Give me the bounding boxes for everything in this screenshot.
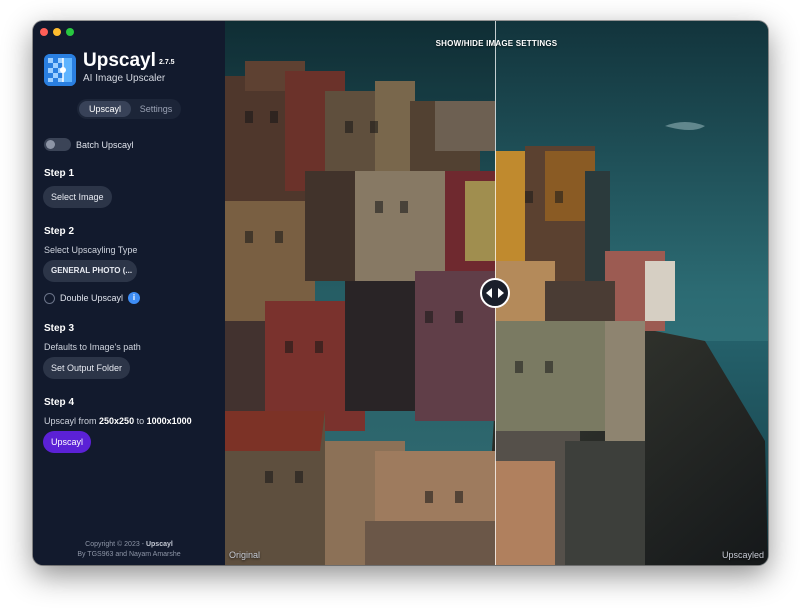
tab-bar: Upscayl Settings <box>77 99 181 119</box>
upscayl-model-select[interactable]: GENERAL PHOTO (... <box>43 260 137 282</box>
step3-title: Step 3 <box>44 323 75 334</box>
toggle-knob <box>46 140 55 149</box>
tab-settings[interactable]: Settings <box>133 101 179 117</box>
maximize-window-button[interactable] <box>66 28 74 36</box>
copyright-text: Copyright © 2023 - <box>85 541 145 548</box>
sidebar: Upscayl 2.7.5 AI Image Upscaler Upscayl … <box>33 21 225 565</box>
copyright-app-link[interactable]: Upscayl <box>146 541 173 548</box>
upscale-size-text: Upscayl from 250x250 to 1000x1000 <box>44 416 192 426</box>
app-subtitle: AI Image Upscaler <box>83 73 166 84</box>
app-version: 2.7.5 <box>159 59 175 66</box>
step2-subtitle: Select Upscayling Type <box>44 245 138 255</box>
footer-copyright: Copyright © 2023 - Upscayl <box>33 540 225 550</box>
app-window: Upscayl 2.7.5 AI Image Upscaler Upscayl … <box>33 21 768 565</box>
batch-upscayl-row: Batch Upscayl <box>44 138 134 151</box>
close-window-button[interactable] <box>40 28 48 36</box>
tab-upscayl[interactable]: Upscayl <box>79 101 131 117</box>
toggle-image-settings-button[interactable]: SHOW/HIDE IMAGE SETTINGS <box>225 39 768 48</box>
window-controls <box>40 28 74 36</box>
original-label: Original <box>229 550 261 560</box>
footer: Copyright © 2023 - Upscayl By TGS963 and… <box>33 540 225 560</box>
step3-subtitle: Defaults to Image's path <box>44 342 141 352</box>
app-title: Upscayl <box>83 50 156 71</box>
image-compare-viewer[interactable]: SHOW/HIDE IMAGE SETTINGS Original Upscay… <box>225 21 768 565</box>
step4-title: Step 4 <box>44 397 75 408</box>
upscayl-button[interactable]: Upscayl <box>43 431 92 453</box>
minimize-window-button[interactable] <box>53 28 61 36</box>
double-upscayl-checkbox[interactable] <box>44 292 55 304</box>
double-upscayl-label: Double Upscayl <box>60 293 124 303</box>
set-output-folder-button[interactable]: Set Output Folder <box>43 357 131 379</box>
info-icon[interactable]: i <box>128 292 141 304</box>
upscale-to-word: to <box>136 416 145 426</box>
step2-title: Step 2 <box>44 226 75 237</box>
from-size: 250x250 <box>99 416 135 426</box>
upscayled-label: Upscayled <box>721 550 764 560</box>
compare-slider-handle[interactable] <box>480 278 510 308</box>
batch-upscayl-toggle[interactable] <box>44 138 71 151</box>
select-image-button[interactable]: Select Image <box>43 186 112 208</box>
batch-upscayl-label: Batch Upscayl <box>76 139 134 150</box>
step1-title: Step 1 <box>44 168 75 179</box>
arrows-left-right-icon <box>486 288 504 298</box>
footer-authors: By TGS963 and Nayam Amarshe <box>77 551 181 558</box>
to-size: 1000x1000 <box>146 416 192 426</box>
upscale-from-prefix: Upscayl from <box>44 416 97 426</box>
double-upscayl-row: Double Upscayl i <box>44 292 141 304</box>
app-logo-icon <box>44 54 76 86</box>
